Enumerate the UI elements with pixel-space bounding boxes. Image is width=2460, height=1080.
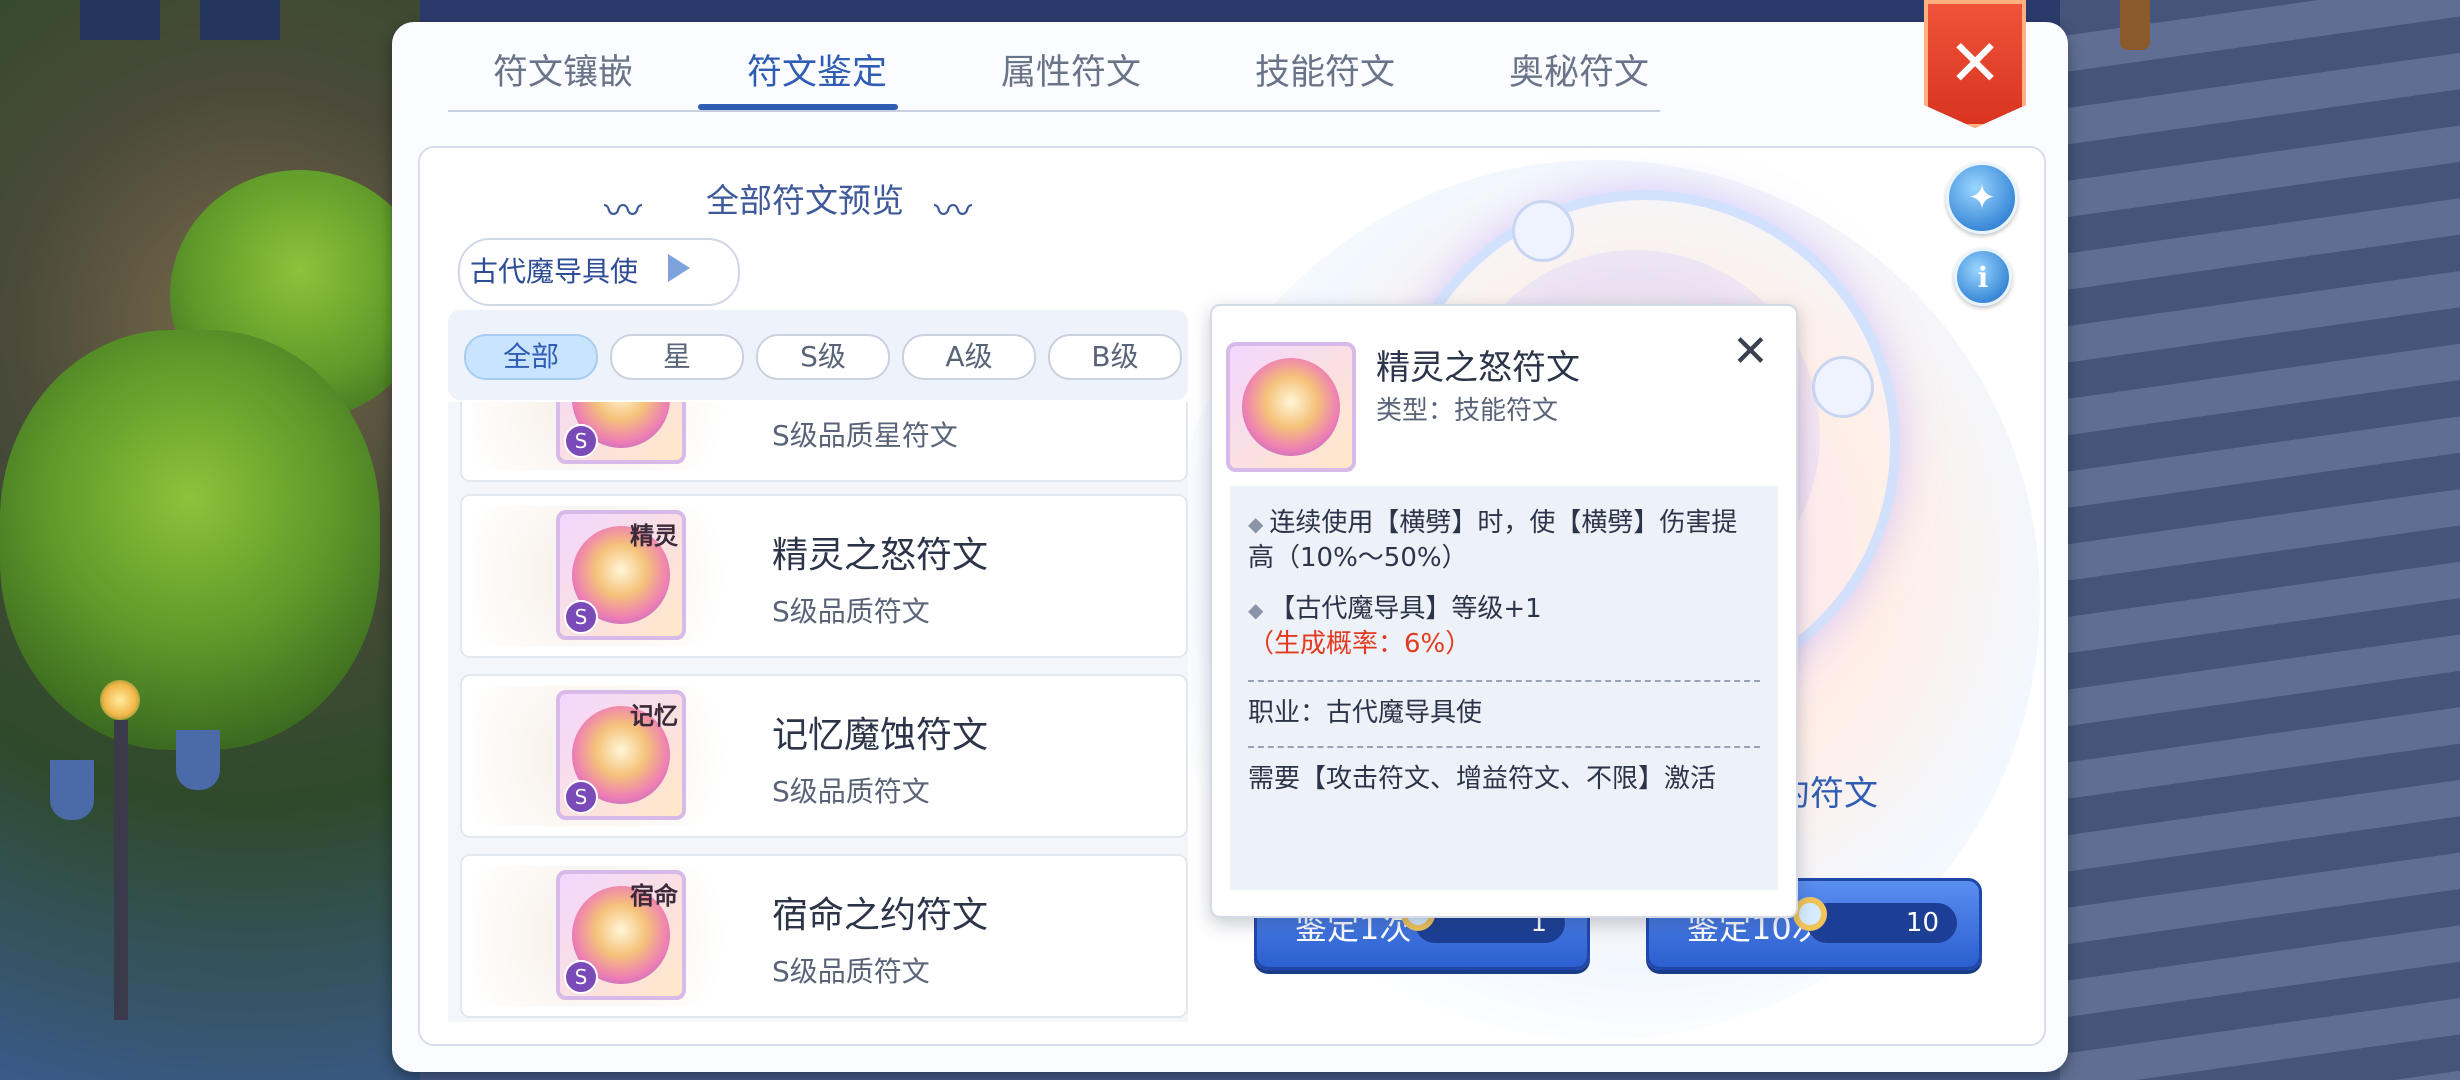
- swirl-ornament-icon: 〰: [934, 189, 973, 233]
- popup-rune-name: 精灵之怒符文: [1376, 348, 1580, 388]
- rune-detail-popup: 精灵之怒符文 类型：技能符文 ✕ ◆ 连续使用【横劈】时，使【横劈】伤害提高（10…: [1210, 304, 1798, 918]
- list-item[interactable]: 精灵 S 精灵之怒符文 S级品质符文: [460, 494, 1188, 658]
- lamp-post: [114, 720, 128, 1020]
- diamond-bullet-icon: ◆: [1248, 512, 1264, 536]
- background-torch: [2120, 0, 2150, 50]
- rune-tag: 宿命: [630, 882, 678, 910]
- active-tab-indicator: [698, 104, 898, 110]
- tab-rune-appraisal[interactable]: 符文鉴定: [702, 44, 932, 95]
- activation-requirement: 需要【攻击符文、增益符文、不限】激活: [1248, 764, 1717, 794]
- grade-badge: S: [564, 960, 598, 994]
- rune-grade: S级品质符文: [772, 775, 930, 808]
- rune-grade: S级品质星符文: [772, 419, 958, 452]
- appraise-cost: 10: [1793, 897, 1957, 943]
- background-flag: [176, 730, 220, 790]
- filter-all[interactable]: 全部: [464, 334, 598, 380]
- rune-grade: S级品质符文: [772, 955, 930, 988]
- filter-a-grade[interactable]: A级: [902, 334, 1036, 380]
- popup-rune-type: 类型：技能符文: [1376, 396, 1559, 426]
- rune-slot-icon: [1512, 200, 1574, 262]
- generation-chance: （生成概率：6%）: [1248, 629, 1472, 659]
- rune-tag: 记忆: [630, 702, 678, 730]
- close-button[interactable]: ✕: [1924, 0, 2026, 128]
- tab-bar: 符文镶嵌 符文鉴定 属性符文 技能符文 奥秘符文: [448, 36, 1660, 112]
- effect-line: ◆ 连续使用【横劈】时，使【横劈】伤害提高（10%～50%）: [1248, 508, 1738, 573]
- rune-icon: S: [556, 402, 686, 464]
- filter-b-grade[interactable]: B级: [1048, 334, 1182, 380]
- background-banner: [80, 0, 160, 40]
- background-banner: [200, 0, 280, 40]
- divider: [1248, 680, 1760, 682]
- rune-slot-icon: [1812, 356, 1874, 418]
- divider: [1248, 746, 1760, 748]
- class-selector-label: 古代魔导具使: [470, 255, 639, 288]
- rune-icon: 宿命 S: [556, 870, 686, 1000]
- filter-star[interactable]: 星: [610, 334, 744, 380]
- close-icon: ✕: [1948, 27, 2002, 101]
- popup-details: ◆ 连续使用【横劈】时，使【横劈】伤害提高（10%～50%） ◆ 【古代魔导具】等级…: [1230, 486, 1778, 890]
- rune-icon: 精灵 S: [556, 510, 686, 640]
- magic-wand-icon[interactable]: ✦: [1946, 162, 2018, 234]
- background-flag: [50, 760, 94, 820]
- list-item[interactable]: 记忆 S 记忆魔蚀符文 S级品质符文: [460, 674, 1188, 838]
- rune-grade: S级品质符文: [772, 595, 930, 628]
- grade-badge: S: [564, 600, 598, 634]
- rune-list: S S级品质星符文 精灵 S 精灵之怒符文 S级品质符文 记忆 S 记忆魔蚀符文…: [448, 402, 1188, 1022]
- background-stairs: [2060, 0, 2460, 1080]
- tab-skill-rune[interactable]: 技能符文: [1210, 44, 1440, 95]
- rune-tag: 精灵: [630, 522, 678, 550]
- lamp-light: [100, 680, 140, 720]
- magnifier-icon: [1793, 897, 1827, 931]
- diamond-bullet-icon: ◆: [1248, 598, 1264, 622]
- class-requirement: 职业：古代魔导具使: [1248, 698, 1483, 728]
- popup-close-icon[interactable]: ✕: [1732, 326, 1769, 377]
- tab-rune-inlay[interactable]: 符文镶嵌: [448, 44, 678, 95]
- info-icon[interactable]: i: [1954, 248, 2012, 306]
- background-bush: [0, 330, 380, 750]
- rune-name: 记忆魔蚀符文: [772, 715, 989, 756]
- rune-name: 精灵之怒符文: [772, 535, 989, 576]
- effect-line: ◆ 【古代魔导具】等级+1（生成概率：6%）: [1248, 594, 1542, 659]
- play-arrow-icon[interactable]: [668, 254, 690, 282]
- list-item[interactable]: S S级品质星符文: [460, 402, 1188, 482]
- rune-icon: [1226, 342, 1356, 472]
- tab-attribute-rune[interactable]: 属性符文: [956, 44, 1186, 95]
- list-item[interactable]: 宿命 S 宿命之约符文 S级品质符文: [460, 854, 1188, 1018]
- filter-s-grade[interactable]: S级: [756, 334, 890, 380]
- rune-icon: 记忆 S: [556, 690, 686, 820]
- rune-name: 宿命之约符文: [772, 895, 989, 936]
- grade-badge: S: [564, 424, 598, 458]
- tab-arcane-rune[interactable]: 奥秘符文: [1464, 44, 1694, 95]
- grade-badge: S: [564, 780, 598, 814]
